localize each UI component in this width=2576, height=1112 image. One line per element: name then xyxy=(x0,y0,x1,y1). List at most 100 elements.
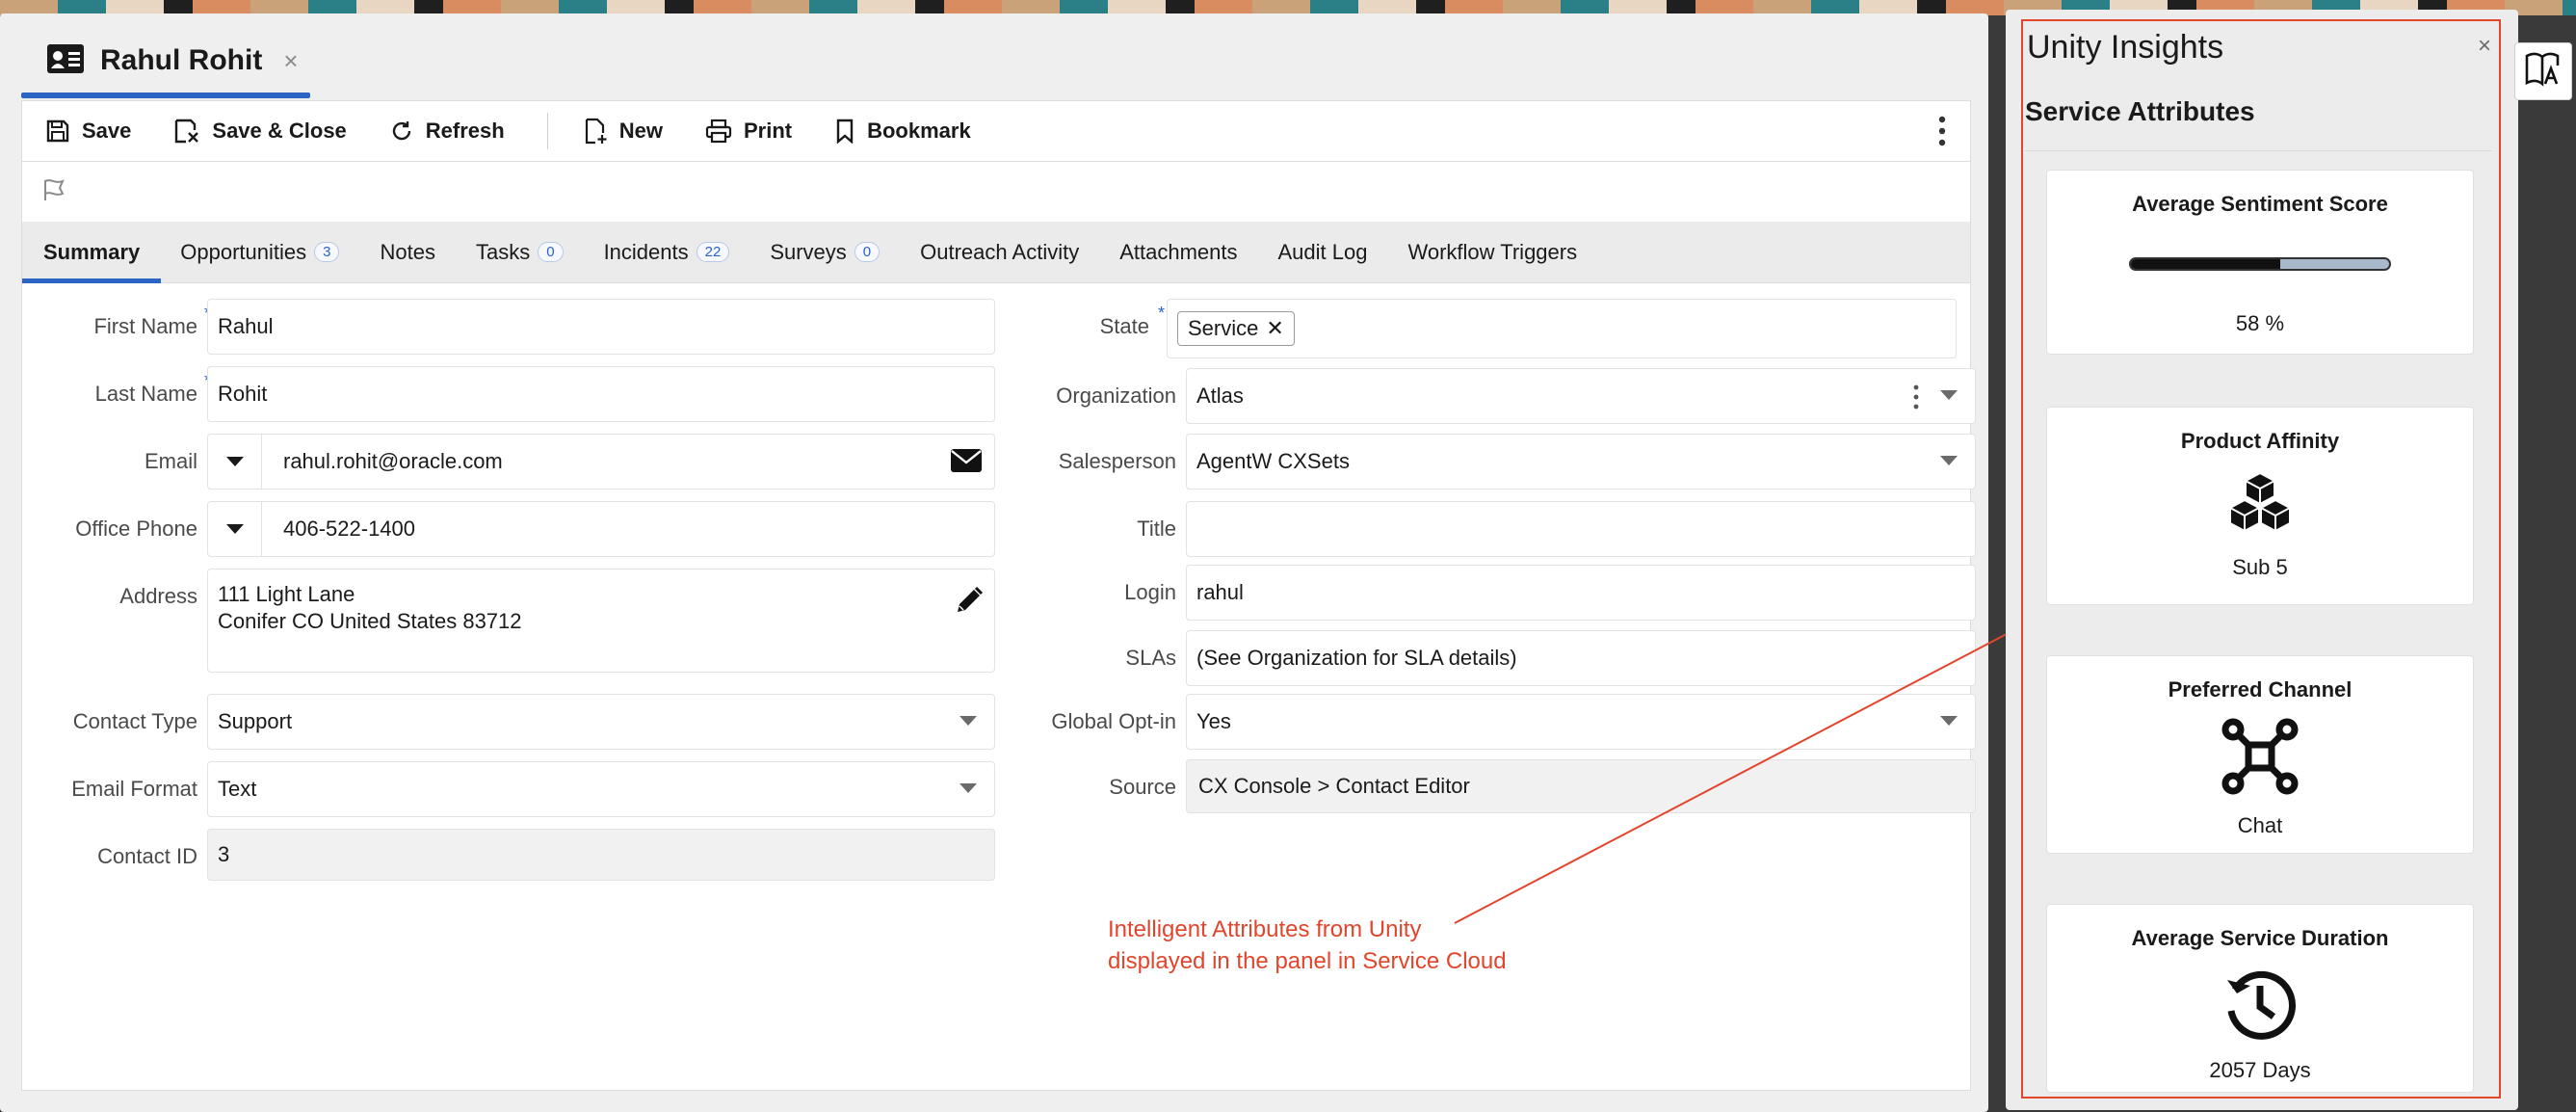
state-chip[interactable]: Service ✕ xyxy=(1177,311,1295,346)
tab-incidents[interactable]: Incidents 22 xyxy=(604,222,730,283)
tab-workflow-triggers[interactable]: Workflow Triggers xyxy=(1407,222,1577,283)
chevron-down-icon xyxy=(1940,456,1958,465)
address-line-1: 111 Light Lane xyxy=(218,582,355,606)
state-row: State * Service ✕ xyxy=(1024,299,1957,358)
section-heading: Service Attributes xyxy=(2025,96,2255,126)
email-field[interactable]: rahul.rohit@oracle.com xyxy=(207,434,995,490)
save-button[interactable]: Save xyxy=(45,119,131,144)
contact-id-field: 3 xyxy=(207,829,995,881)
last-name-row: Last Name* Rohit xyxy=(22,366,995,422)
tab-label: Attachments xyxy=(1119,239,1238,264)
close-panel-icon[interactable]: × xyxy=(2478,33,2491,60)
bookmark-button[interactable]: Bookmark xyxy=(834,119,971,144)
salesperson-select[interactable]: AgentW CXSets xyxy=(1186,434,1976,490)
sentiment-progress-bar xyxy=(2129,257,2391,271)
tab-attachments[interactable]: Attachments xyxy=(1119,222,1237,283)
toolbar-separator xyxy=(546,113,548,149)
print-button[interactable]: Print xyxy=(705,119,792,144)
card-value: 58 % xyxy=(2235,311,2285,335)
tab-summary[interactable]: Summary xyxy=(21,222,162,283)
new-button[interactable]: New xyxy=(583,118,663,145)
first-name-row: First Name* Rahul xyxy=(22,299,995,355)
tab-opportunities[interactable]: Opportunities 3 xyxy=(180,222,340,283)
email-row: Email rahul.rohit@oracle.com xyxy=(22,434,995,490)
book-icon xyxy=(2524,51,2563,93)
count-badge: 3 xyxy=(314,242,340,262)
address-field[interactable]: 111 Light Lane Conifer CO United States … xyxy=(207,569,995,673)
last-name-field[interactable]: Rohit xyxy=(207,366,995,422)
tab-label: Incidents xyxy=(603,239,689,264)
bookmark-icon xyxy=(836,119,854,144)
contact-id-label: Contact ID xyxy=(97,844,197,868)
address-label: Address xyxy=(119,584,197,608)
slas-label: SLAs xyxy=(1125,646,1176,670)
tab-notes[interactable]: Notes xyxy=(380,222,434,283)
cubes-icon xyxy=(2221,471,2299,542)
save-close-button[interactable]: Save & Close xyxy=(173,118,347,145)
tab-audit-log[interactable]: Audit Log xyxy=(1278,222,1368,283)
office-phone-field[interactable]: 406-522-1400 xyxy=(207,501,995,557)
address-line-2: Conifer CO United States 83712 xyxy=(218,609,522,633)
login-row: Login rahul xyxy=(1024,565,1976,621)
title-field[interactable] xyxy=(1186,501,1976,557)
new-label: New xyxy=(618,119,663,143)
print-icon xyxy=(705,119,732,144)
tab-label: Tasks xyxy=(475,239,531,264)
tab-label: Notes xyxy=(380,239,435,264)
envelope-icon[interactable] xyxy=(950,448,983,479)
knowledge-book-button[interactable] xyxy=(2514,42,2572,100)
organization-label: Organization xyxy=(1056,384,1176,408)
annotation-connector xyxy=(1454,623,2026,924)
more-actions-icon[interactable] xyxy=(1937,115,1947,152)
remove-chip-icon[interactable]: ✕ xyxy=(1266,316,1283,341)
card-value: Sub 5 xyxy=(2232,555,2288,579)
email-type-dropdown[interactable] xyxy=(208,435,262,489)
email-format-row: Email Format Text xyxy=(22,761,995,817)
phone-type-dropdown[interactable] xyxy=(208,502,262,556)
contact-type-row: Contact Type Support xyxy=(22,694,995,750)
first-name-field[interactable]: Rahul xyxy=(207,299,995,355)
chevron-down-icon xyxy=(959,783,977,793)
contact-type-select[interactable]: Support xyxy=(207,694,995,750)
close-tab-icon[interactable]: × xyxy=(283,46,298,76)
required-marker: * xyxy=(1157,304,1165,323)
phone-value: 406-522-1400 xyxy=(283,516,416,541)
card-title: Average Service Duration xyxy=(2131,926,2389,950)
chevron-down-icon xyxy=(225,457,244,466)
tab-label: Outreach Activity xyxy=(920,239,1080,264)
tab-tasks[interactable]: Tasks 0 xyxy=(476,222,564,283)
chip-label: Service xyxy=(1188,316,1259,340)
pencil-icon[interactable] xyxy=(954,585,985,622)
refresh-icon xyxy=(392,121,410,141)
label-text: First Name xyxy=(93,314,197,338)
login-field[interactable]: rahul xyxy=(1186,565,1976,621)
record-tabs: Summary Opportunities 3 Notes Tasks 0 Inci… xyxy=(21,222,1971,283)
service-duration-card: Average Service Duration 2057 Days xyxy=(2046,904,2474,1093)
office-phone-row: Office Phone 406-522-1400 xyxy=(22,501,995,557)
email-format-select[interactable]: Text xyxy=(207,761,995,817)
count-badge: 0 xyxy=(854,242,881,262)
state-field[interactable]: Service ✕ xyxy=(1167,299,1957,358)
progress-fill xyxy=(2131,259,2281,269)
refresh-button[interactable]: Refresh xyxy=(389,119,505,144)
tab-surveys[interactable]: Surveys 0 xyxy=(770,222,881,283)
title-label: Title xyxy=(1137,516,1176,541)
select-value: AgentW CXSets xyxy=(1196,449,1350,473)
kebab-icon[interactable] xyxy=(1913,384,1919,415)
state-label: State * xyxy=(1024,299,1167,355)
organization-field[interactable]: Atlas xyxy=(1186,368,1976,424)
organization-value: Atlas xyxy=(1196,384,1244,408)
flag-icon[interactable] xyxy=(41,177,66,207)
new-document-icon xyxy=(585,118,607,145)
tab-outreach-activity[interactable]: Outreach Activity xyxy=(920,222,1079,283)
address-row: Address 111 Light Lane Conifer CO United… xyxy=(22,569,995,673)
contact-card-icon xyxy=(46,43,85,79)
chevron-down-icon[interactable] xyxy=(1940,390,1958,400)
email-label: Email xyxy=(144,449,197,473)
organization-row: Organization Atlas xyxy=(1024,368,1976,424)
record-tab[interactable]: Rahul Rohit × xyxy=(21,23,310,98)
preferred-channel-card: Preferred Channel Chat xyxy=(2046,655,2474,854)
tab-label: Surveys xyxy=(770,239,847,264)
refresh-label: Refresh xyxy=(425,119,505,143)
tab-label: Summary xyxy=(43,239,141,264)
